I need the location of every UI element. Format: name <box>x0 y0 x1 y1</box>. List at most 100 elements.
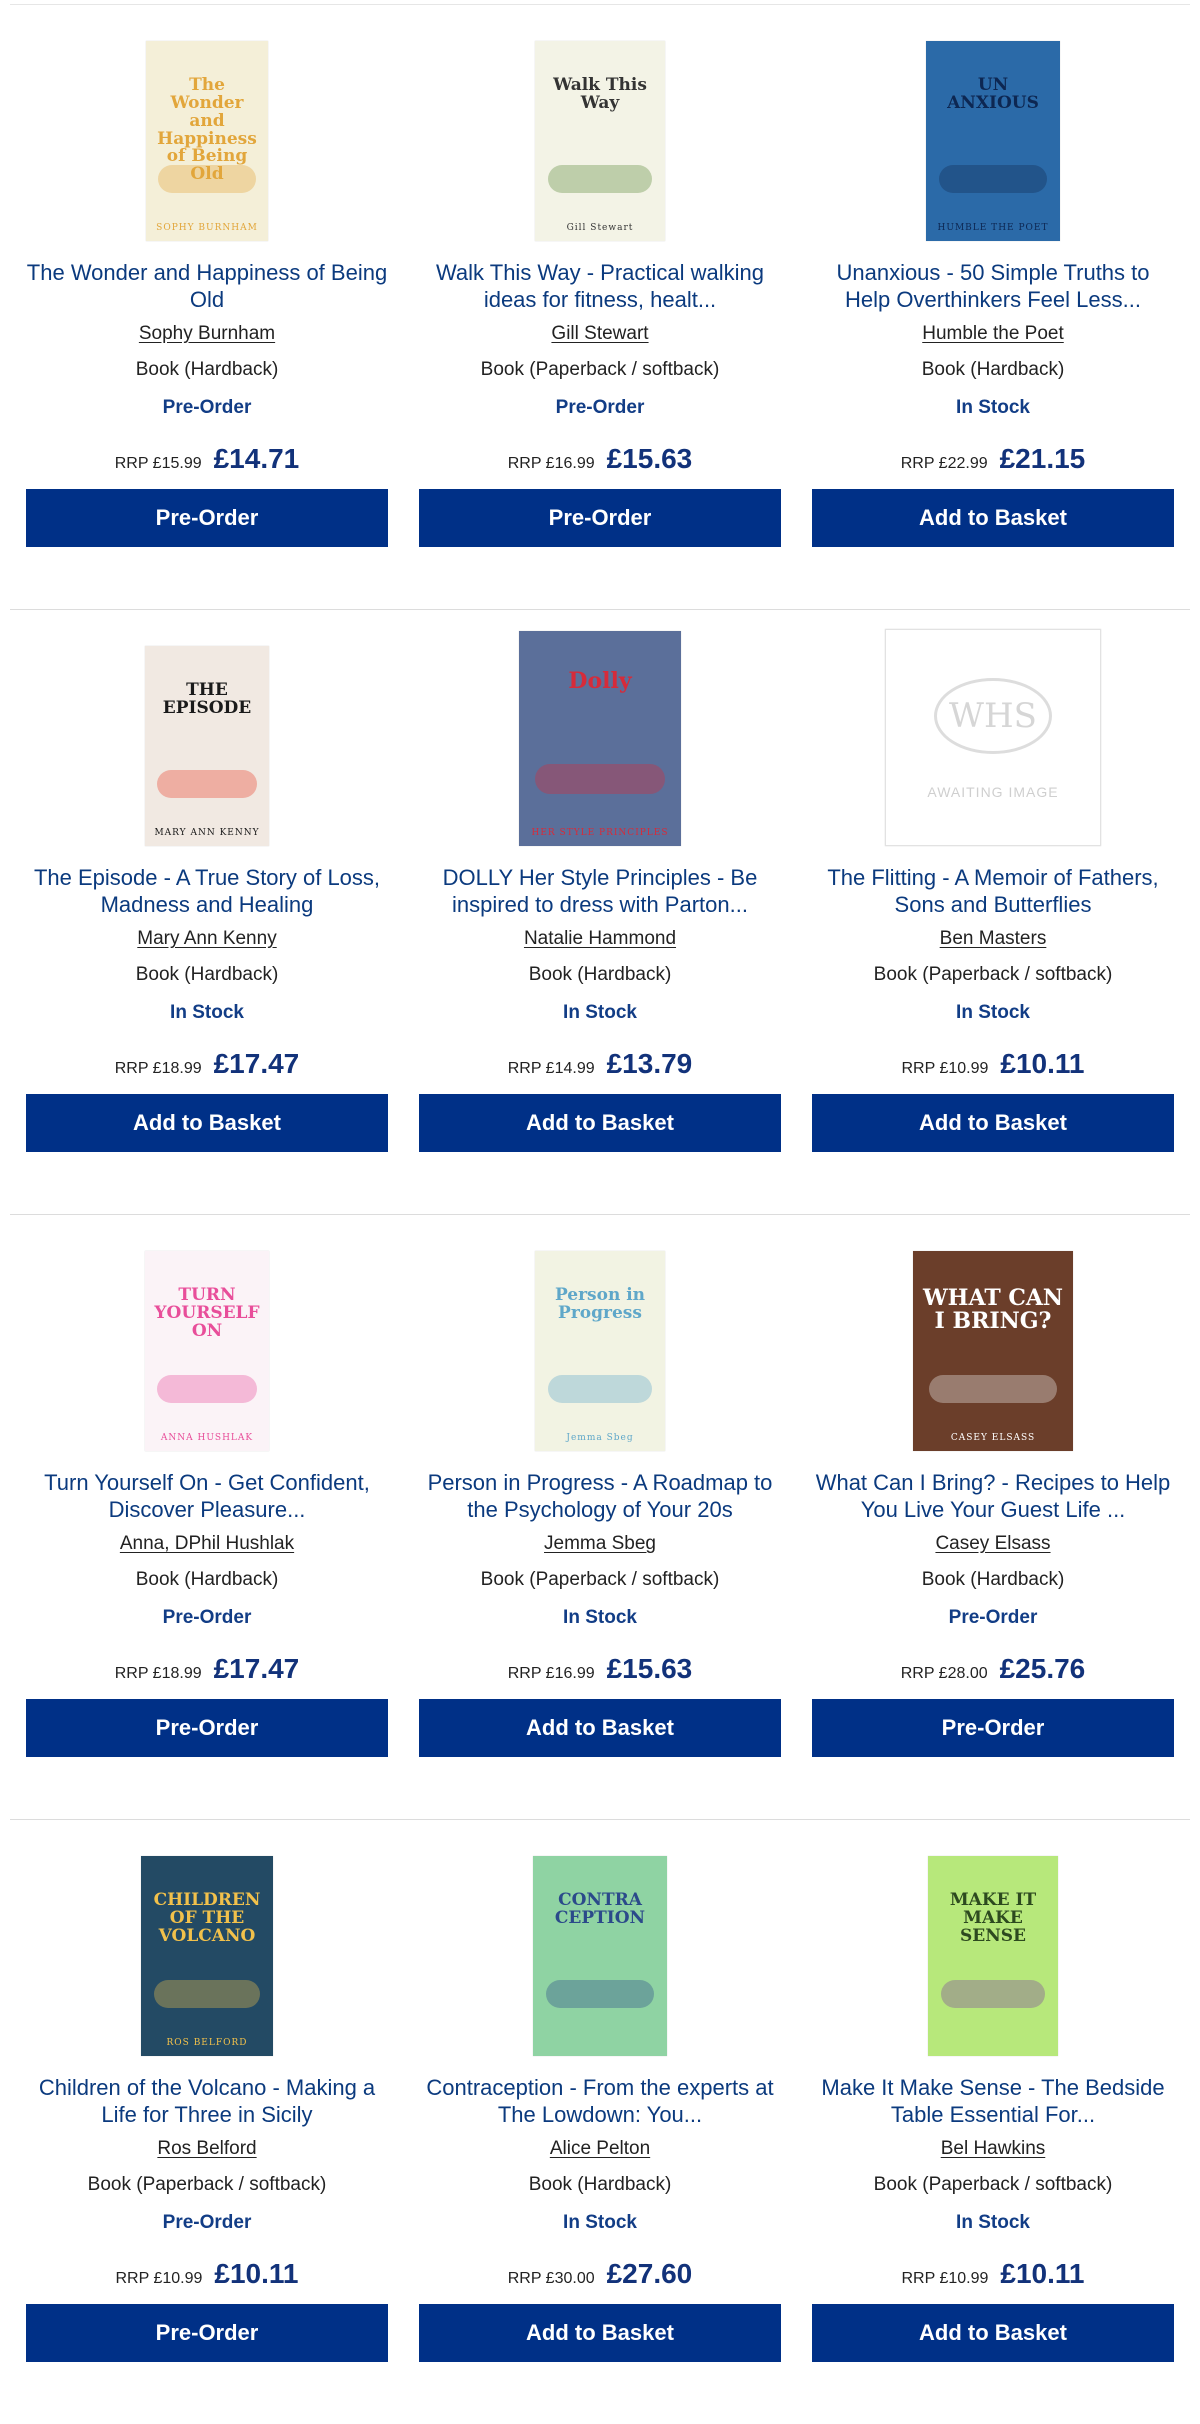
rrp-price: RRP £16.99 <box>507 1665 595 1682</box>
pre-order-button[interactable]: Pre-Order <box>812 1699 1174 1757</box>
cover-author-art: HER STYLE PRINCIPLES <box>531 828 669 838</box>
availability-status: In Stock <box>956 1002 1030 1023</box>
add-to-basket-button[interactable]: Add to Basket <box>26 1094 388 1152</box>
add-to-basket-button[interactable]: Add to Basket <box>419 2304 781 2362</box>
book-cover-image[interactable]: CHILDREN OF THE VOLCANO ROS BELFORD <box>141 1856 273 2056</box>
book-cover-image[interactable]: Walk This Way Gill Stewart <box>535 41 665 241</box>
author-link[interactable]: Bel Hawkins <box>941 2138 1046 2160</box>
book-format: Book (Paperback / softback) <box>480 359 720 380</box>
cover-author-art: HUMBLE THE POET <box>937 223 1049 233</box>
add-to-basket-button[interactable]: Add to Basket <box>812 489 1174 547</box>
cover-art <box>535 764 665 795</box>
price-line: RRP £28.00 £25.76 <box>901 1653 1086 1685</box>
price-line: RRP £18.99 £17.47 <box>115 1653 300 1685</box>
cover-title-art: THE EPISODE <box>162 680 252 718</box>
book-format: Book (Paperback / softback) <box>873 2174 1113 2195</box>
rrp-price: RRP £15.99 <box>114 455 202 472</box>
product-title-link[interactable]: DOLLY Her Style Principles - Be inspired… <box>419 864 781 918</box>
book-format: Book (Hardback) <box>135 1569 279 1590</box>
price-line: RRP £30.00 £27.60 <box>508 2258 693 2290</box>
price-line: RRP £14.99 £13.79 <box>508 1048 693 1080</box>
rrp-price: RRP £16.99 <box>507 455 595 472</box>
rrp-price: RRP £28.00 <box>900 1665 988 1682</box>
product-title-link[interactable]: The Episode - A True Story of Loss, Madn… <box>26 864 388 918</box>
cover-link[interactable]: MAKE IT MAKE SENSE <box>928 1856 1058 2056</box>
product-title-link[interactable]: The Wonder and Happiness of Being Old <box>26 259 388 313</box>
product-card: TURN YOURSELF ON ANNA HUSHLAK Turn Yoursel… <box>26 1251 388 1819</box>
add-to-basket-button[interactable]: Add to Basket <box>419 1094 781 1152</box>
cover-link[interactable]: Person in Progress Jemma Sbeg <box>535 1251 665 1451</box>
cover-link[interactable]: WHS AWAITING IMAGE <box>885 629 1101 846</box>
product-title-link[interactable]: Turn Yourself On - Get Confident, Discov… <box>26 1469 388 1523</box>
author-link[interactable]: Casey Elsass <box>935 1533 1050 1555</box>
cover-link[interactable]: TURN YOURSELF ON ANNA HUSHLAK <box>145 1251 269 1451</box>
availability-status: In Stock <box>563 1607 637 1628</box>
product-card: UN ANXIOUS HUMBLE THE POET Unanxious - 50 … <box>812 41 1174 609</box>
cover-link[interactable]: THE EPISODE MARY ANN KENNY <box>145 646 269 846</box>
cover-art <box>941 1980 1045 2008</box>
author-link[interactable]: Ros Belford <box>157 2138 256 2160</box>
book-format: Book (Hardback) <box>921 359 1065 380</box>
author-link[interactable]: Gill Stewart <box>551 323 648 345</box>
cover-link[interactable]: CHILDREN OF THE VOLCANO ROS BELFORD <box>141 1856 273 2056</box>
book-cover-image[interactable]: CONTRA CEPTION <box>533 1856 667 2056</box>
product-title-link[interactable]: The Flitting - A Memoir of Fathers, Sons… <box>812 864 1174 918</box>
author-link[interactable]: Natalie Hammond <box>524 928 676 950</box>
cover-link[interactable]: WHAT CAN I BRING? CASEY ELSASS <box>913 1251 1073 1451</box>
cover-art <box>157 770 257 798</box>
book-cover-image[interactable]: UN ANXIOUS HUMBLE THE POET <box>926 41 1060 241</box>
author-link[interactable]: Anna, DPhil Hushlak <box>120 1533 294 1555</box>
cover-link[interactable]: CONTRA CEPTION <box>533 1856 667 2056</box>
author-link[interactable]: Jemma Sbeg <box>544 1533 656 1555</box>
add-to-basket-button[interactable]: Add to Basket <box>812 1094 1174 1152</box>
rrp-price: RRP £10.99 <box>901 1060 989 1077</box>
product-card: WHAT CAN I BRING? CASEY ELSASS What Can I … <box>812 1251 1174 1819</box>
cover-author-art: Gill Stewart <box>566 223 634 233</box>
product-title-link[interactable]: Person in Progress - A Roadmap to the Ps… <box>419 1469 781 1523</box>
book-cover-image[interactable]: WHS AWAITING IMAGE <box>885 629 1101 846</box>
sale-price: £21.15 <box>999 443 1086 474</box>
product-card: WHS AWAITING IMAGE The Flitting - A Memoir… <box>812 629 1174 1214</box>
availability-status: Pre-Order <box>948 1607 1038 1628</box>
author-link[interactable]: Mary Ann Kenny <box>137 928 276 950</box>
availability-status: In Stock <box>956 397 1030 418</box>
product-title-link[interactable]: Contraception - From the experts at The … <box>419 2074 781 2128</box>
book-cover-image[interactable]: Dolly HER STYLE PRINCIPLES <box>519 631 681 846</box>
add-to-basket-button[interactable]: Add to Basket <box>812 2304 1174 2362</box>
cover-author-art: MARY ANN KENNY <box>154 828 260 838</box>
cover-art <box>157 1375 257 1403</box>
price-line: RRP £15.99 £14.71 <box>115 443 300 475</box>
cover-link[interactable]: UN ANXIOUS HUMBLE THE POET <box>926 41 1060 241</box>
pre-order-button[interactable]: Pre-Order <box>419 489 781 547</box>
author-link[interactable]: Humble the Poet <box>922 323 1064 345</box>
sale-price: £10.11 <box>1000 1048 1085 1079</box>
cover-link[interactable]: The Wonder and Happiness of Being Old SOP… <box>146 41 268 241</box>
author-link[interactable]: Alice Pelton <box>550 2138 650 2160</box>
cover-title-art: CONTRA CEPTION <box>554 1890 646 1928</box>
product-title-link[interactable]: Children of the Volcano - Making a Life … <box>26 2074 388 2128</box>
pre-order-button[interactable]: Pre-Order <box>26 2304 388 2362</box>
product-title-link[interactable]: Walk This Way - Practical walking ideas … <box>419 259 781 313</box>
book-cover-image[interactable]: WHAT CAN I BRING? CASEY ELSASS <box>913 1251 1073 1451</box>
book-cover-image[interactable]: The Wonder and Happiness of Being Old SOP… <box>146 41 268 241</box>
pre-order-button[interactable]: Pre-Order <box>26 489 388 547</box>
cover-art <box>929 1375 1057 1403</box>
book-cover-image[interactable]: MAKE IT MAKE SENSE <box>928 1856 1058 2056</box>
author-link[interactable]: Ben Masters <box>940 928 1047 950</box>
book-cover-image[interactable]: THE EPISODE MARY ANN KENNY <box>145 646 269 846</box>
author-link[interactable]: Sophy Burnham <box>139 323 275 345</box>
book-cover-image[interactable]: Person in Progress Jemma Sbeg <box>535 1251 665 1451</box>
sale-price: £17.47 <box>213 1653 300 1684</box>
product-title-link[interactable]: Make It Make Sense - The Bedside Table E… <box>812 2074 1174 2128</box>
cover-link[interactable]: Walk This Way Gill Stewart <box>535 41 665 241</box>
product-title-link[interactable]: Unanxious - 50 Simple Truths to Help Ove… <box>812 259 1174 313</box>
cover-link[interactable]: Dolly HER STYLE PRINCIPLES <box>519 631 681 846</box>
add-to-basket-button[interactable]: Add to Basket <box>419 1699 781 1757</box>
cover-title-art: Walk This Way <box>553 75 647 113</box>
product-title-link[interactable]: What Can I Bring? - Recipes to Help You … <box>812 1469 1174 1523</box>
product-row: CHILDREN OF THE VOLCANO ROS BELFORD Childr… <box>10 1819 1190 2424</box>
availability-status: Pre-Order <box>162 2212 252 2233</box>
book-cover-image[interactable]: TURN YOURSELF ON ANNA HUSHLAK <box>145 1251 269 1451</box>
pre-order-button[interactable]: Pre-Order <box>26 1699 388 1757</box>
rrp-price: RRP £14.99 <box>507 1060 595 1077</box>
